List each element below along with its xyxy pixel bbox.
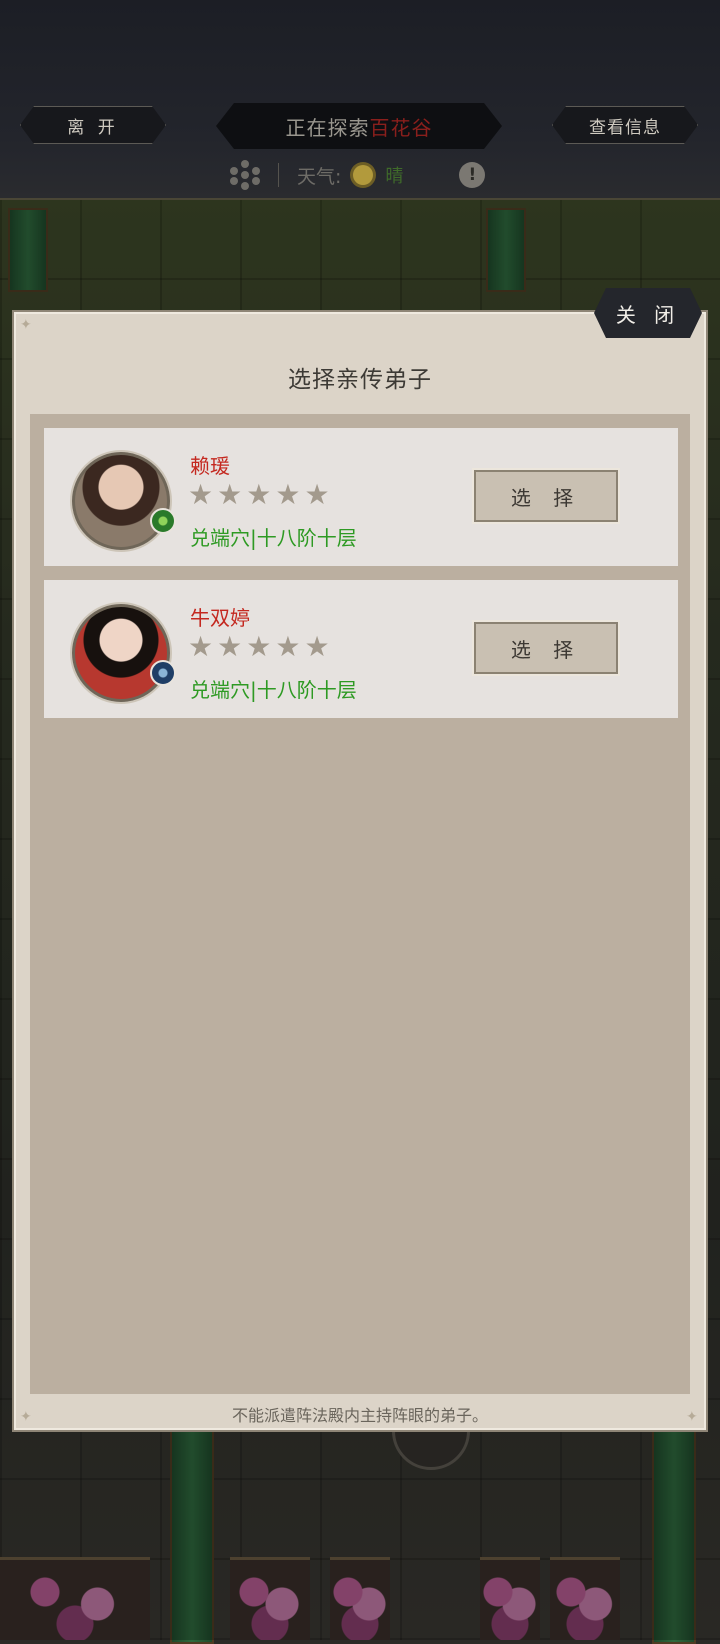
star-icon: ★ <box>304 478 330 511</box>
star-icon: ★ <box>275 630 301 663</box>
exploring-prefix: 正在探索 <box>285 115 370 140</box>
star-icon: ★ <box>246 478 272 511</box>
dialog-footnote: 不能派遣阵法殿内主持阵眼的弟子。 <box>231 1406 488 1425</box>
select-button[interactable]: 选 择 <box>472 620 620 676</box>
top-bar: 离 开 正在探索 百花谷 查看信息 天气: 晴 ! <box>0 0 720 200</box>
star-rating: ★ ★ ★ ★ ★ <box>188 632 330 662</box>
star-icon: ★ <box>188 630 214 663</box>
fan-badge-icon <box>150 660 176 686</box>
alert-icon[interactable]: ! <box>459 162 486 188</box>
select-disciple-dialog: ✦ ✦ ✦ 选择亲传弟子 赖瑗 ★ ★ ★ ★ ★ 兑端穴|十八阶十层 选 择 … <box>12 310 708 1432</box>
star-icon: ★ <box>188 478 214 511</box>
star-icon: ★ <box>304 630 330 663</box>
star-icon: ★ <box>217 630 243 663</box>
disciple-card: 牛双婷 ★ ★ ★ ★ ★ 兑端穴|十八阶十层 选 择 <box>44 580 678 718</box>
star-icon: ★ <box>275 478 301 511</box>
star-icon: ★ <box>217 478 243 511</box>
dialog-title: 选择亲传弟子 <box>288 367 432 393</box>
disciple-realm: 兑端穴|十八阶十层 <box>190 678 357 702</box>
sun-icon <box>353 165 374 185</box>
sword-badge-icon <box>150 508 176 534</box>
weather-row: 天气: 晴 ! <box>230 158 486 192</box>
divider <box>278 163 279 187</box>
weather-label: 天气: <box>297 165 342 188</box>
leave-button[interactable]: 离 开 <box>20 106 166 144</box>
exploring-place: 百花谷 <box>369 115 433 140</box>
view-info-button[interactable]: 查看信息 <box>552 106 698 144</box>
weather-value: 晴 <box>385 166 404 187</box>
select-button[interactable]: 选 择 <box>472 468 620 524</box>
close-button[interactable]: 关 闭 <box>594 288 702 338</box>
disciple-avatar <box>72 452 170 550</box>
disciple-card: 赖瑗 ★ ★ ★ ★ ★ 兑端穴|十八阶十层 选 择 <box>44 428 678 566</box>
disciple-name: 牛双婷 <box>190 606 250 630</box>
star-rating: ★ ★ ★ ★ ★ <box>188 480 330 510</box>
disciple-list: 赖瑗 ★ ★ ★ ★ ★ 兑端穴|十八阶十层 选 择 牛双婷 ★ ★ ★ ★ ★ <box>30 414 690 1394</box>
formation-dots-icon[interactable] <box>230 160 260 190</box>
disciple-name: 赖瑗 <box>190 454 230 478</box>
exploring-title: 正在探索 百花谷 <box>216 103 502 149</box>
star-icon: ★ <box>246 630 272 663</box>
disciple-avatar <box>72 604 170 702</box>
corner-ornament: ✦ <box>20 317 32 333</box>
disciple-realm: 兑端穴|十八阶十层 <box>190 526 357 550</box>
